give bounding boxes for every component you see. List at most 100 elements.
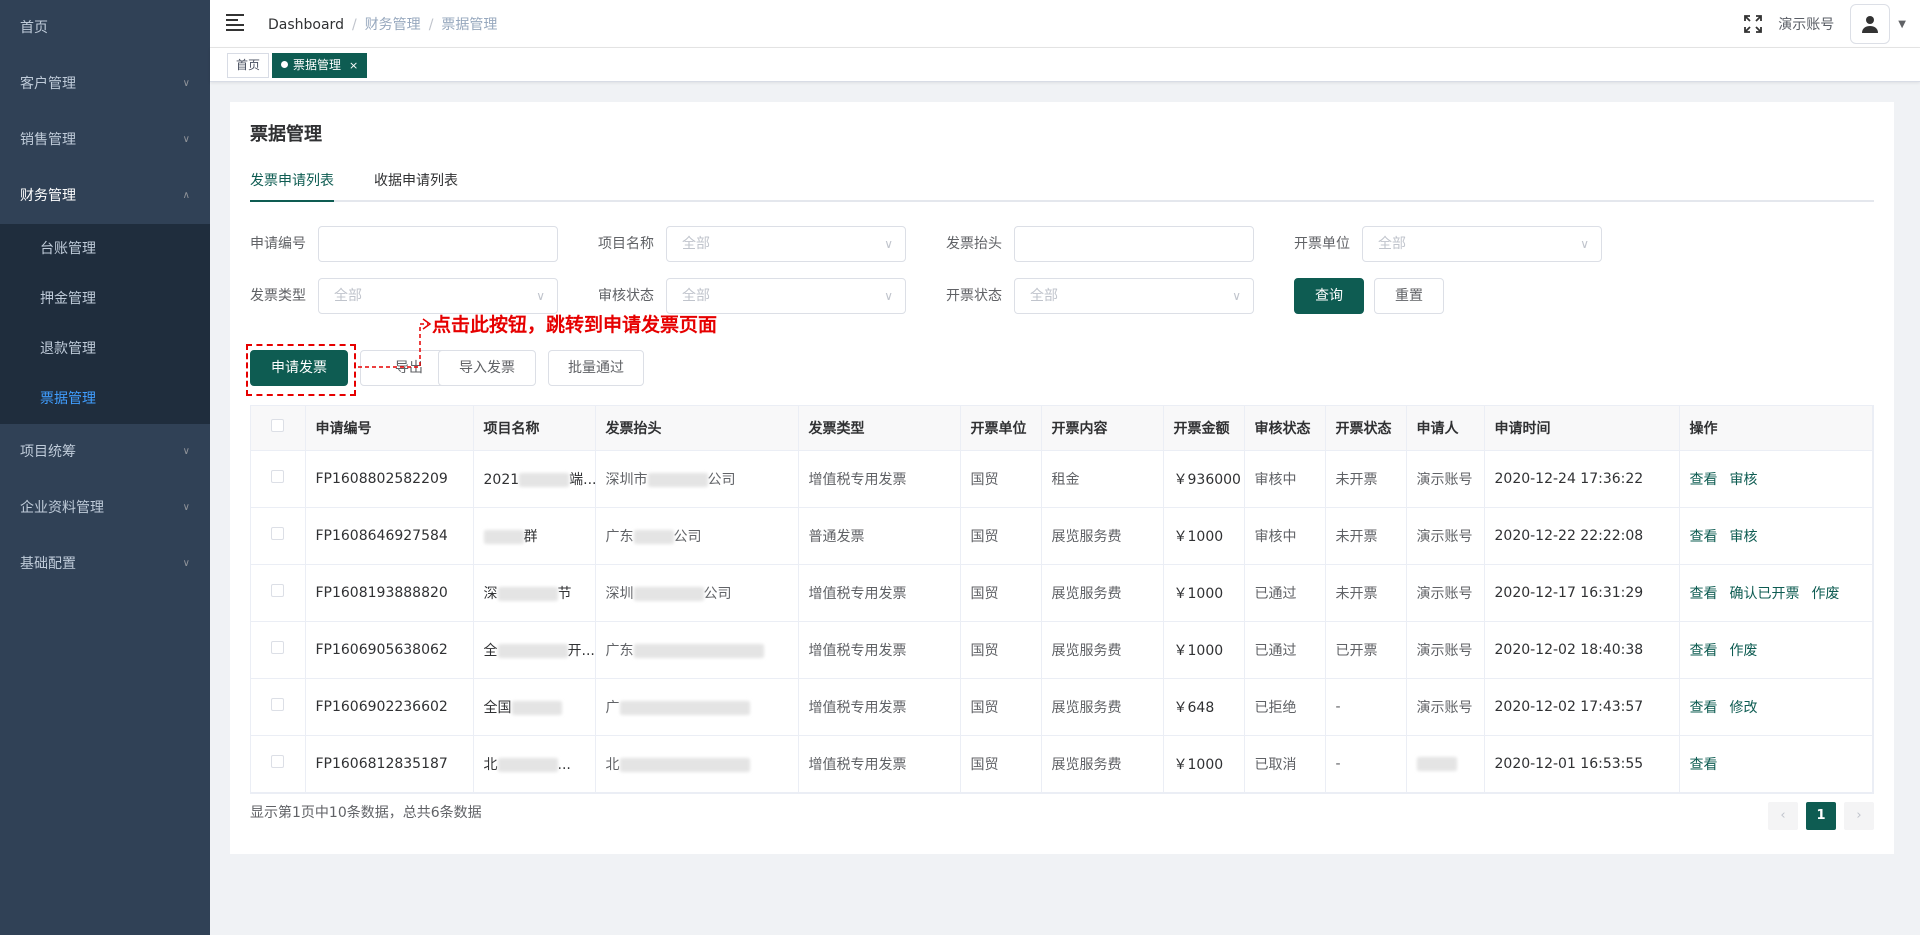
invoice-type-select[interactable]: 全部 ∨	[318, 278, 558, 314]
select-all-checkbox[interactable]	[271, 419, 285, 433]
close-icon[interactable]: ×	[349, 59, 358, 72]
col-project: 项目名称	[473, 406, 596, 451]
op-link[interactable]: 查看	[1690, 757, 1718, 773]
cell-title: 广东 公司	[595, 507, 799, 565]
breadcrumb-dashboard[interactable]: Dashboard	[268, 17, 344, 33]
invoice-table: 申请编号 项目名称 发票抬头 发票类型 开票单位 开票内容 开票金额 审核状态 …	[250, 405, 1874, 794]
op-link[interactable]: 审核	[1730, 529, 1758, 545]
redacted-text	[483, 529, 524, 544]
op-link[interactable]: 审核	[1730, 472, 1758, 488]
op-link[interactable]: 作废	[1812, 586, 1840, 602]
op-link[interactable]: 查看	[1690, 643, 1718, 659]
row-checkbox[interactable]	[271, 470, 285, 483]
submenu-deposit[interactable]: 押金管理	[0, 274, 210, 324]
breadcrumb: Dashboard / 财务管理 / 票据管理	[268, 17, 498, 33]
row-checkbox[interactable]	[271, 755, 285, 768]
submenu-ledger[interactable]: 台账管理	[0, 224, 210, 274]
op-link[interactable]: 查看	[1690, 472, 1718, 488]
cell-project: 全开...	[473, 621, 596, 679]
col-content: 开票内容	[1041, 406, 1164, 451]
caret-down-icon[interactable]: ▼	[1898, 19, 1906, 30]
table-row: FP1606812835187 北... 北增值税专用发票 国贸 展览服务费 ￥1000 已…	[251, 735, 1873, 793]
op-link[interactable]: 查看	[1690, 700, 1718, 716]
label-apply-no: 申请编号	[250, 236, 306, 252]
redacted-text	[519, 472, 570, 487]
submenu-refund[interactable]: 退款管理	[0, 324, 210, 374]
invoice-status-select[interactable]: 全部 ∨	[1014, 278, 1254, 314]
active-dot-icon	[281, 61, 288, 68]
menu-home[interactable]: 首页	[0, 0, 210, 56]
menu-project[interactable]: 项目统筹 ∨	[0, 424, 210, 480]
menu-sales[interactable]: 销售管理 ∨	[0, 112, 210, 168]
cell-amount: ￥1000	[1163, 621, 1245, 679]
menu-enterprise[interactable]: 企业资料管理 ∨	[0, 480, 210, 536]
fullscreen-icon[interactable]	[1744, 15, 1763, 33]
issuer-select[interactable]: 全部 ∨	[1362, 226, 1602, 262]
batch-pass-button[interactable]: 批量通过	[548, 350, 644, 386]
cell-review: 已通过	[1244, 621, 1326, 679]
col-ops: 操作	[1679, 406, 1873, 451]
submenu-invoice[interactable]: 票据管理	[0, 374, 210, 424]
reset-button[interactable]: 重置	[1374, 278, 1444, 314]
row-checkbox[interactable]	[271, 698, 285, 711]
cell-review: 已通过	[1244, 564, 1326, 622]
table-row: FP1608646927584 群广东 公司 普通发票 国贸 展览服务费 ￥1000 审核中未…	[251, 507, 1873, 565]
cell-apply-no: FP1608646927584	[305, 507, 474, 565]
cell-project: 深节	[473, 564, 596, 622]
table-row: FP1606905638062 全开... 广东 增值税专用发票 国贸 展览服务费 ￥100…	[251, 621, 1873, 679]
hamburger-icon[interactable]	[226, 14, 244, 31]
next-page-button[interactable]: ›	[1844, 802, 1874, 830]
menu-config[interactable]: 基础配置 ∨	[0, 536, 210, 592]
chevron-down-icon: ∨	[182, 446, 190, 457]
cell-applicant: 演示账号	[1406, 564, 1485, 622]
chevron-up-icon: ∧	[182, 190, 190, 201]
apply-no-input[interactable]	[318, 226, 558, 262]
op-link[interactable]: 修改	[1730, 700, 1758, 716]
cell-time: 2020-12-02 18:40:38	[1484, 621, 1680, 679]
menu-finance[interactable]: 财务管理 ∧	[0, 168, 210, 224]
avatar[interactable]	[1850, 4, 1891, 44]
op-link[interactable]: 查看	[1690, 529, 1718, 545]
cell-status: -	[1325, 678, 1407, 736]
label-invoice-type: 发票类型	[250, 288, 306, 304]
cell-content: 租金	[1041, 450, 1164, 508]
project-select[interactable]: 全部 ∨	[666, 226, 906, 262]
col-time: 申请时间	[1484, 406, 1680, 451]
review-status-select[interactable]: 全部 ∨	[666, 278, 906, 314]
invoice-title-input[interactable]	[1014, 226, 1254, 262]
col-applicant: 申请人	[1406, 406, 1485, 451]
menu-sales-label: 销售管理	[20, 132, 76, 148]
cell-time: 2020-12-02 17:43:57	[1484, 678, 1680, 736]
op-link[interactable]: 作废	[1730, 643, 1758, 659]
cell-status: 未开票	[1325, 564, 1407, 622]
chevron-down-icon: ∨	[884, 289, 893, 303]
import-invoice-button[interactable]: 导入发票	[438, 350, 536, 386]
chevron-down-icon: ∨	[536, 289, 545, 303]
prev-page-button[interactable]: ‹	[1768, 802, 1798, 830]
tab-invoice-list[interactable]: 发票申请列表	[250, 170, 334, 190]
annotation-text: 点击此按钮，跳转到申请发票页面	[432, 314, 718, 336]
user-icon	[1862, 16, 1879, 33]
redacted-text	[633, 586, 704, 601]
menu-customer[interactable]: 客户管理 ∨	[0, 56, 210, 112]
cell-type: 增值税专用发票	[798, 450, 961, 508]
account-name[interactable]: 演示账号	[1778, 14, 1834, 34]
tag-current[interactable]: 票据管理 ×	[272, 53, 368, 78]
tag-home[interactable]: 首页	[227, 53, 270, 78]
redacted-text	[633, 643, 764, 658]
cell-project: 全国	[473, 678, 596, 736]
cell-amount: ￥1000	[1163, 507, 1245, 565]
tab-receipt-list[interactable]: 收据申请列表	[374, 170, 458, 190]
row-checkbox[interactable]	[271, 641, 285, 654]
cell-apply-no: FP1606905638062	[305, 621, 474, 679]
page-button[interactable]: 1	[1806, 802, 1836, 830]
cell-title: 广	[595, 678, 799, 736]
op-link[interactable]: 确认已开票	[1730, 586, 1800, 602]
breadcrumb-finance: 财务管理	[364, 17, 421, 33]
row-checkbox[interactable]	[271, 527, 285, 540]
row-checkbox[interactable]	[271, 584, 285, 597]
query-button[interactable]: 查询	[1294, 278, 1364, 314]
sidebar: 首页 客户管理 ∨ 销售管理 ∨ 财务管理 ∧ 台账管理 押金管理 退款管理 票据管理…	[0, 0, 210, 935]
cell-applicant: 演示账号	[1406, 678, 1485, 736]
op-link[interactable]: 查看	[1690, 586, 1718, 602]
